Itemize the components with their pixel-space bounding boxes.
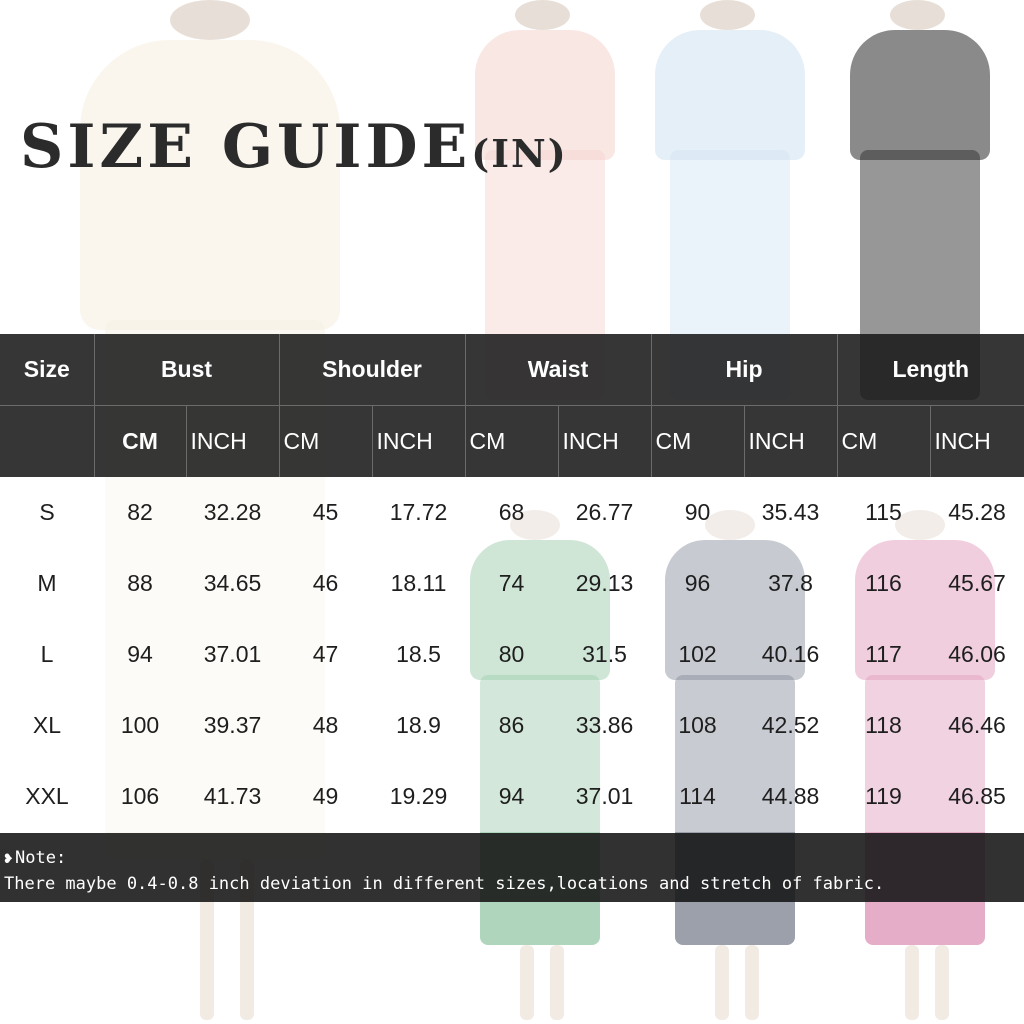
- length-inch-cell: 46.06: [930, 619, 1024, 690]
- length-inch-cell: 46.46: [930, 690, 1024, 761]
- hip-inch-cell: 37.8: [744, 548, 838, 619]
- subheader-hip-inch: INCH: [744, 405, 838, 477]
- shoulder-cm-cell: 49: [279, 761, 372, 832]
- length-inch-cell: 45.28: [930, 477, 1024, 548]
- note-heading: Note:: [15, 848, 67, 868]
- subheader-shoulder-cm: CM: [279, 405, 373, 477]
- shoulder-inch-cell: 19.29: [372, 761, 466, 832]
- hip-inch-cell: 35.43: [744, 477, 838, 548]
- subheader-waist-cm: CM: [465, 405, 559, 477]
- subheader-shoulder-inch: INCH: [372, 405, 466, 477]
- shoulder-cm-cell: 48: [279, 690, 372, 761]
- header-waist: Waist: [465, 334, 652, 406]
- size-label: L: [0, 619, 94, 690]
- bust-cm-cell: 106: [94, 761, 186, 832]
- hip-cm-cell: 90: [651, 477, 745, 548]
- subheader-length-cm: CM: [837, 405, 931, 477]
- shoulder-inch-cell: 18.9: [372, 690, 466, 761]
- shoulder-cm-cell: 45: [279, 477, 372, 548]
- length-cm-cell: 118: [837, 690, 931, 761]
- note-banner: ❥ Note: There maybe 0.4-0.8 inch deviatio…: [0, 833, 1024, 902]
- subheader-bust-cm: CM: [94, 405, 187, 477]
- shoulder-inch-cell: 18.11: [372, 548, 466, 619]
- hip-inch-cell: 42.52: [744, 690, 838, 761]
- header-length: Length: [837, 334, 1024, 406]
- size-label: M: [0, 548, 94, 619]
- bust-inch-cell: 37.01: [186, 619, 279, 690]
- bust-inch-cell: 41.73: [186, 761, 279, 832]
- hip-cm-cell: 108: [651, 690, 745, 761]
- table-subheader-row: CM INCH CM INCH CM INCH CM INCH CM INCH: [0, 405, 1024, 477]
- waist-cm-cell: 68: [465, 477, 559, 548]
- header-shoulder: Shoulder: [279, 334, 466, 406]
- waist-inch-cell: 26.77: [558, 477, 652, 548]
- waist-cm-cell: 74: [465, 548, 559, 619]
- table-header-row: Size Bust Shoulder Waist Hip Length: [0, 334, 1024, 406]
- length-cm-cell: 116: [837, 548, 931, 619]
- shoulder-inch-cell: 17.72: [372, 477, 466, 548]
- shoulder-cm-cell: 46: [279, 548, 372, 619]
- subheader-hip-cm: CM: [651, 405, 745, 477]
- hip-inch-cell: 44.88: [744, 761, 838, 832]
- hip-inch-cell: 40.16: [744, 619, 838, 690]
- bust-cm-cell: 100: [94, 690, 186, 761]
- size-label: XL: [0, 690, 94, 761]
- waist-cm-cell: 86: [465, 690, 559, 761]
- size-table: Size Bust Shoulder Waist Hip Length CM I…: [0, 334, 1024, 832]
- header-bust: Bust: [94, 334, 280, 406]
- table-row: M 88 34.65 46 18.11 74 29.13 96 37.8 116…: [0, 548, 1024, 619]
- table-row: L 94 37.01 47 18.5 80 31.5 102 40.16 117…: [0, 619, 1024, 690]
- waist-inch-cell: 29.13: [558, 548, 652, 619]
- header-hip: Hip: [651, 334, 838, 406]
- shoulder-cm-cell: 47: [279, 619, 372, 690]
- table-row: XL 100 39.37 48 18.9 86 33.86 108 42.52 …: [0, 690, 1024, 761]
- hip-cm-cell: 114: [651, 761, 745, 832]
- bust-cm-cell: 88: [94, 548, 186, 619]
- subheader-waist-inch: INCH: [558, 405, 652, 477]
- bust-cm-cell: 82: [94, 477, 186, 548]
- title-main: SIZE GUIDE: [20, 112, 472, 182]
- note-text: There maybe 0.4-0.8 inch deviation in di…: [4, 874, 885, 894]
- length-cm-cell: 117: [837, 619, 931, 690]
- table-row: XXL 106 41.73 49 19.29 94 37.01 114 44.8…: [0, 761, 1024, 832]
- length-inch-cell: 46.85: [930, 761, 1024, 832]
- length-cm-cell: 115: [837, 477, 931, 548]
- hip-cm-cell: 96: [651, 548, 745, 619]
- waist-cm-cell: 80: [465, 619, 559, 690]
- waist-inch-cell: 31.5: [558, 619, 652, 690]
- note-heading-line: ❥ Note:: [4, 845, 1020, 871]
- subheader-blank: [0, 405, 95, 477]
- bust-inch-cell: 39.37: [186, 690, 279, 761]
- subheader-bust-inch: INCH: [186, 405, 280, 477]
- bust-cm-cell: 94: [94, 619, 186, 690]
- waist-inch-cell: 37.01: [558, 761, 652, 832]
- shoulder-inch-cell: 18.5: [372, 619, 466, 690]
- table-row: S 82 32.28 45 17.72 68 26.77 90 35.43 11…: [0, 477, 1024, 548]
- heart-bullet-icon: ❥: [4, 849, 14, 867]
- size-label: S: [0, 477, 94, 548]
- hip-cm-cell: 102: [651, 619, 745, 690]
- length-inch-cell: 45.67: [930, 548, 1024, 619]
- bust-inch-cell: 34.65: [186, 548, 279, 619]
- waist-inch-cell: 33.86: [558, 690, 652, 761]
- waist-cm-cell: 94: [465, 761, 559, 832]
- length-cm-cell: 119: [837, 761, 931, 832]
- size-label: XXL: [0, 761, 94, 832]
- bust-inch-cell: 32.28: [186, 477, 279, 548]
- title-unit: (IN): [471, 131, 568, 176]
- header-size: Size: [0, 334, 95, 406]
- subheader-length-inch: INCH: [930, 405, 1024, 477]
- page-title: SIZE GUIDE(IN): [20, 112, 568, 182]
